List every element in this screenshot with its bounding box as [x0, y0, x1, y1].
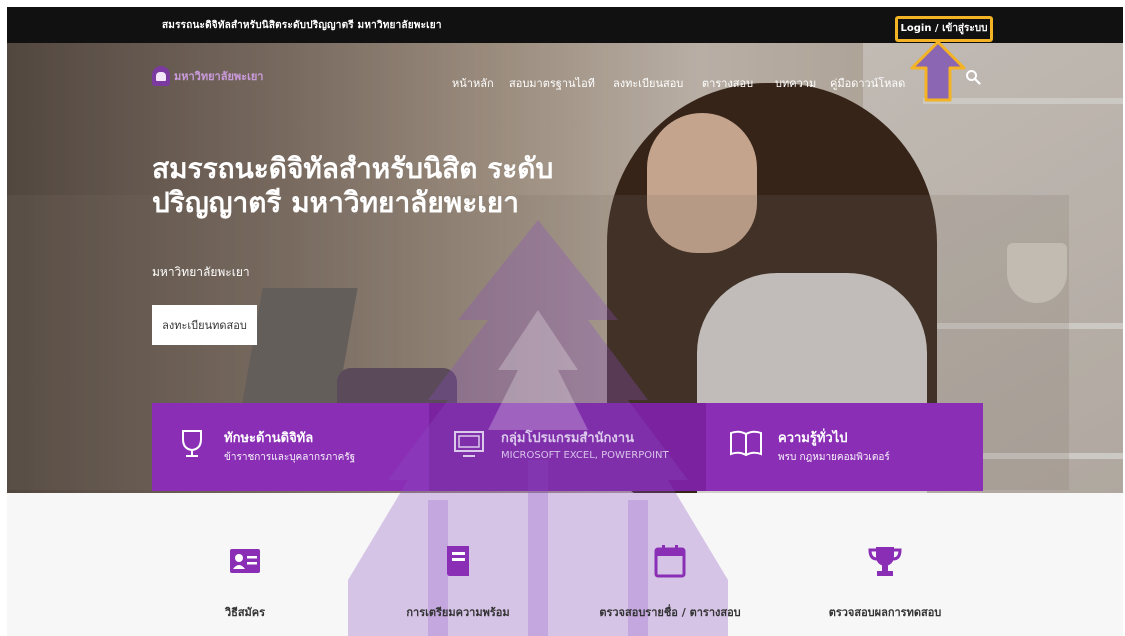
- hero-subtitle: มหาวิทยาลัยพะเยา: [152, 265, 250, 279]
- id-card-icon: [230, 549, 260, 573]
- register-test-button[interactable]: ลงทะเบียนทดสอบ: [152, 305, 257, 345]
- trophy-icon: [868, 547, 902, 576]
- step-how-to-apply[interactable]: วิธีสมัคร: [160, 543, 330, 619]
- step-preparation[interactable]: การเตรียมความพร้อม: [373, 543, 543, 619]
- step-label: ตรวจสอบผลการทดสอบ: [828, 606, 942, 619]
- search-icon[interactable]: [965, 69, 981, 85]
- nav-schedule[interactable]: ตารางสอบ: [702, 74, 753, 92]
- step-label: วิธีสมัคร: [224, 606, 266, 619]
- step-label: ตรวจสอบรายชื่อ / ตารางสอบ: [599, 606, 741, 619]
- logo-text: มหาวิทยาลัยพะเยา: [174, 70, 264, 83]
- feature-desc: พรบ กฎหมายคอมพิวเตอร์: [778, 452, 890, 463]
- site-logo[interactable]: มหาวิทยาลัยพะเยา: [152, 65, 272, 87]
- logo-mark-icon: [152, 66, 170, 86]
- step-label: การเตรียมความพร้อม: [406, 606, 510, 619]
- book-icon: [447, 546, 469, 576]
- login-button[interactable]: Login / เข้าสู่ระบบ: [895, 16, 993, 42]
- calendar-icon: [654, 545, 686, 578]
- left-border: [0, 0, 7, 636]
- nav-home[interactable]: หน้าหลัก: [452, 74, 494, 92]
- nav-downloads[interactable]: คู่มือดาวน์โหลด: [830, 74, 905, 92]
- page: สมรรถนะดิจิทัลสำหรับนิสิตระดับปริญญาตรี …: [0, 0, 1125, 636]
- site-name: สมรรถนะดิจิทัลสำหรับนิสิตระดับปริญญาตรี …: [162, 20, 442, 31]
- top-bar: สมรรถนะดิจิทัลสำหรับนิสิตระดับปริญญาตรี …: [7, 7, 1123, 43]
- arrow-up-icon: [910, 40, 966, 102]
- nav-register[interactable]: ลงทะเบียนสอบ: [613, 74, 683, 92]
- trophy-cup-icon: [182, 430, 202, 457]
- nav-it-exam[interactable]: สอบมาตรฐานไอที: [509, 74, 595, 92]
- feature-title: ความรู้ทั่วไป: [778, 431, 848, 446]
- step-check-results[interactable]: ตรวจสอบผลการทดสอบ: [800, 543, 970, 619]
- step-check-schedule[interactable]: ตรวจสอบรายชื่อ / ตารางสอบ: [585, 543, 755, 619]
- nav-articles[interactable]: บทความ: [775, 74, 816, 92]
